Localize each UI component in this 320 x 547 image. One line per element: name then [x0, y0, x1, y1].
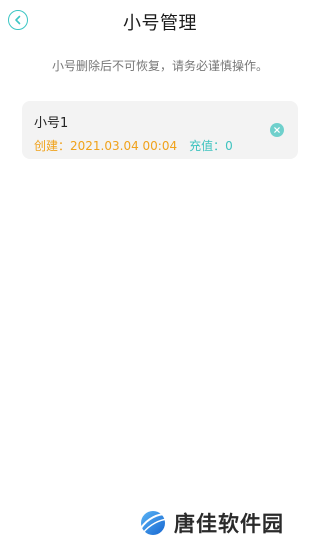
recharge-info: 充值：0 [189, 139, 233, 153]
warning-notice: 小号删除后不可恢复，请务必谨慎操作。 [51, 59, 268, 73]
watermark: 唐佳软件园 [138, 505, 284, 541]
account-meta: 创建：2021.03.04 00:04 充值：0 [34, 137, 233, 154]
account-card: 小号1 创建：2021.03.04 00:04 充值：0 [22, 101, 298, 159]
created-info: 创建：2021.03.04 00:04 [34, 139, 177, 153]
watermark-logo-icon [140, 511, 168, 535]
account-name: 小号1 [34, 116, 69, 131]
created-label: 创建： [34, 139, 71, 153]
delete-account-button[interactable] [270, 123, 284, 137]
recharge-label: 充值： [189, 139, 226, 153]
watermark-text: 唐佳软件园 [174, 512, 284, 536]
close-icon [274, 127, 280, 133]
page-title: 小号管理 [123, 13, 197, 34]
created-date: 2021.03.04 00:04 [70, 139, 178, 153]
recharge-value: 0 [225, 139, 233, 153]
header-bar: 小号管理 [0, 0, 320, 40]
